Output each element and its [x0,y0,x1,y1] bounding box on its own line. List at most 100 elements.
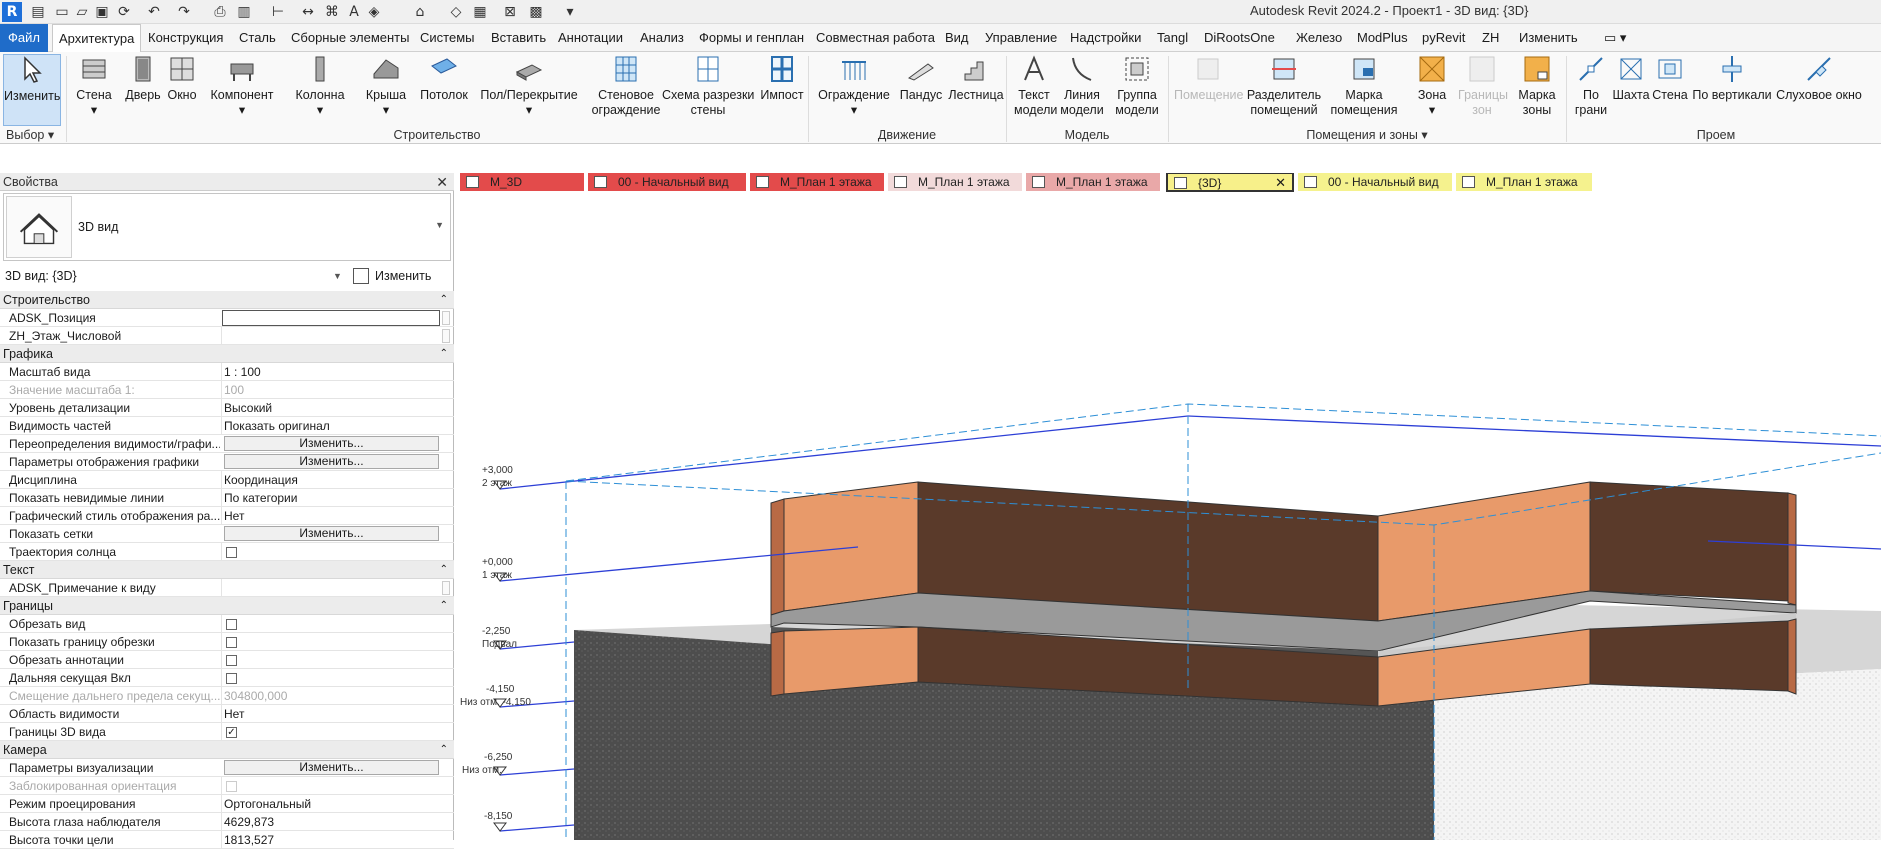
thin-lines-icon[interactable]: ◇ [446,2,466,22]
open-icon[interactable]: ▭ [52,2,72,22]
house-icon[interactable]: ⌂ [410,2,430,22]
menu-annotate[interactable]: Аннотации [558,24,623,52]
level-marker[interactable]: +0,000 1 этаж [482,557,513,582]
crop-region-checkbox[interactable] [226,637,237,648]
close-icon[interactable]: ✕ [436,173,448,191]
instance-selector[interactable]: 3D вид: {3D} [5,265,345,287]
ribbon-curtain-grid-button[interactable]: Схема разрезки стены [662,54,754,126]
redo-icon[interactable]: ↷ [174,2,194,22]
close-hidden-icon[interactable]: ⊠ [500,2,520,22]
ribbon-ceiling-button[interactable]: Потолок [418,54,470,126]
tag-icon[interactable]: ⌘ [322,2,342,22]
ribbon-ramp-button[interactable]: Пандус [898,54,944,126]
dimension-icon[interactable]: ↔ [298,2,318,22]
chevron-down-icon[interactable]: ▼ [435,220,444,230]
menu-dirootsone[interactable]: DiRootsOne [1204,24,1275,52]
revit-logo[interactable]: R [2,2,22,22]
collapse-icon[interactable]: ⌃ [440,291,448,309]
ribbon-mullion-button[interactable]: Импост [758,54,806,126]
close-tab-icon[interactable]: ✕ [1275,174,1286,190]
ribbon-wall-opening-button[interactable]: Стена [1652,54,1688,126]
render-settings-edit-button[interactable]: Изменить... [224,760,439,775]
menu-addins[interactable]: Надстройки [1070,24,1141,52]
graphic-display-edit-button[interactable]: Изменить... [224,454,439,469]
customize-icon[interactable]: ▾ [560,2,580,22]
undo-icon[interactable]: ↶ [144,2,164,22]
menu-manage[interactable]: Управление [985,24,1057,52]
menu-massing-site[interactable]: Формы и генплан [699,24,804,52]
pdf-icon[interactable]: ▥ [234,2,254,22]
ribbon-model-group-button[interactable]: Группа модели [1112,54,1162,126]
menu-zh[interactable]: ZH [1482,24,1499,52]
menu-insert[interactable]: Вставить [491,24,546,52]
menu-view[interactable]: Вид [945,24,969,52]
discipline-value[interactable]: Координация [224,471,439,489]
menu-collaborate[interactable]: Совместная работа [816,24,935,52]
view-tab[interactable]: М_3D [460,173,584,191]
menu-analyze[interactable]: Анализ [640,24,684,52]
ribbon-area-tag-button[interactable]: Марка зоны [1512,54,1562,126]
ribbon-by-face-button[interactable]: По грани [1572,54,1610,126]
open-folder-icon[interactable]: ▱ [72,2,92,22]
ribbon-area-button[interactable]: Зона ▾ [1412,54,1452,126]
ribbon-area-boundary-button[interactable]: Границы зон [1458,54,1508,126]
ribbon-modify-button[interactable]: Изменить [3,54,61,126]
projection-mode-value[interactable]: Ортогональный [224,795,439,813]
drawing-area[interactable]: М_3D 00 - Начальный вид М_План 1 этажа М… [458,173,1881,840]
scope-box-value[interactable]: Нет [224,705,439,723]
eye-elevation-value[interactable]: 4629,873 [224,813,439,831]
menu-pyrevit[interactable]: pyRevit [1422,24,1465,52]
vg-overrides-edit-button[interactable]: Изменить... [224,436,439,451]
type-selector[interactable]: 3D вид ▼ [3,193,451,261]
section-box-checkbox[interactable]: ✓ [226,727,237,738]
ribbon-wall-button[interactable]: Стена ▾ [72,54,116,126]
print-icon[interactable]: ⎙ [210,2,230,22]
level-marker[interactable]: -4,150 Низ отм. -4,150 [460,684,531,708]
ribbon-vertical-opening-button[interactable]: По вертикали [1690,54,1774,126]
home-icon[interactable]: ▤ [28,2,48,22]
target-elevation-value[interactable]: 1813,527 [224,831,439,849]
ribbon-model-line-button[interactable]: Линия модели [1060,54,1104,126]
menu-zhelezo[interactable]: Железо [1296,24,1342,52]
save-icon[interactable]: ▣ [92,2,112,22]
collapse-icon[interactable]: ⌃ [440,597,448,615]
menu-tangl[interactable]: Tangl [1157,24,1188,52]
menu-modplus[interactable]: ModPlus [1357,24,1408,52]
ribbon-model-text-button[interactable]: Текст модели [1014,54,1057,126]
measure-icon[interactable]: ⊢ [268,2,288,22]
level-marker[interactable]: -8,150 [484,811,513,832]
ribbon-toggle-icon[interactable]: ▭ ▾ [1604,24,1626,52]
menu-structure[interactable]: Конструкция [148,24,223,52]
collapse-icon[interactable]: ⌃ [440,561,448,579]
window-tile-icon[interactable]: ▩ [526,2,546,22]
panel-label-select[interactable]: Выбор ▾ [6,126,66,144]
group-text[interactable]: Текст ⌃ [0,561,454,579]
view-tab[interactable]: М_План 1 этажа [1456,173,1592,191]
menu-systems[interactable]: Системы [420,24,474,52]
menu-steel[interactable]: Сталь [239,24,276,52]
ribbon-window-button[interactable]: Окно [166,54,198,126]
level-marker[interactable]: -2,250 Подвал [482,626,517,650]
3d-view-icon[interactable]: ◈ [364,2,384,22]
group-extents[interactable]: Границы ⌃ [0,597,454,615]
view-tab[interactable]: 00 - Начальный вид [588,173,746,191]
collapse-icon[interactable]: ⌃ [440,741,448,759]
ribbon-column-button[interactable]: Колонна ▾ [292,54,348,126]
ribbon-room-button[interactable]: Помещение [1174,54,1243,126]
switch-windows-icon[interactable]: ▦ [470,2,490,22]
view-tab[interactable]: М_План 1 этажа [1026,173,1160,191]
view-tab[interactable]: М_План 1 этажа [750,173,884,191]
ribbon-dormer-button[interactable]: Слуховое окно [1774,54,1864,126]
ribbon-room-tag-button[interactable]: Марка помещения [1328,54,1400,126]
collapse-icon[interactable]: ⌃ [440,345,448,363]
view-tab[interactable]: 00 - Начальный вид [1298,173,1452,191]
show-grids-edit-button[interactable]: Изменить... [224,526,439,541]
far-clip-checkbox[interactable] [226,673,237,684]
ribbon-floor-button[interactable]: Пол/Перекрытие ▾ [480,54,578,126]
ribbon-railing-button[interactable]: Ограждение ▾ [818,54,890,126]
chevron-down-icon[interactable]: ▼ [333,265,342,287]
annotation-crop-checkbox[interactable] [226,655,237,666]
crop-view-checkbox[interactable] [226,619,237,630]
panel-label-room-area[interactable]: Помещения и зоны ▾ [1168,126,1566,144]
ribbon-shaft-button[interactable]: Шахта [1612,54,1650,126]
